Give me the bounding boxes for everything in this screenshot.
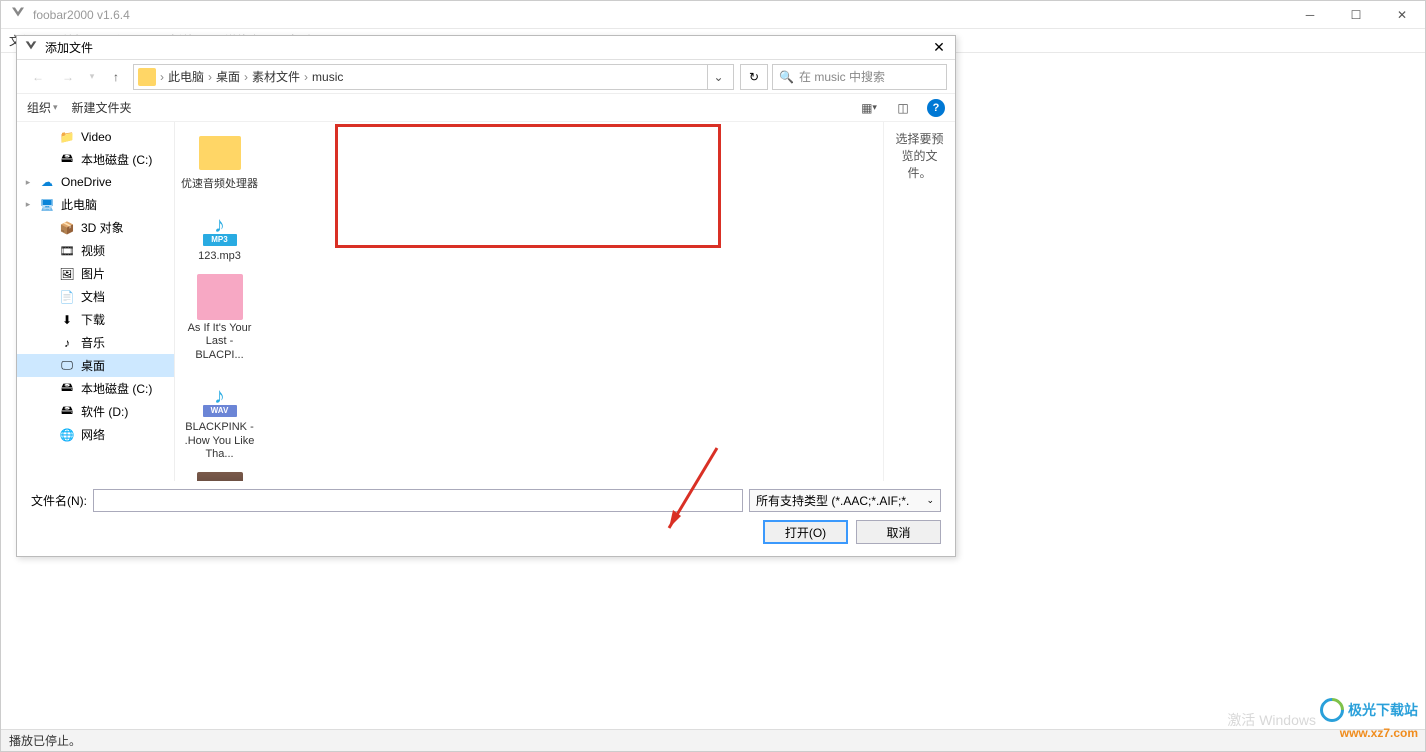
nav-back-button[interactable]: ← [25, 64, 51, 90]
file-thumb [197, 130, 243, 176]
view-mode-button[interactable]: ▦ ▾ [859, 98, 879, 118]
sidebar-item-label: OneDrive [61, 175, 112, 189]
sidebar-item[interactable]: ⬇下载 [17, 308, 174, 331]
filename-label: 文件名(N): [31, 492, 87, 509]
dialog-nav: ← → ▾ ↑ › 此电脑 › 桌面 › 素材文件 › music ⌄ ↻ 🔍 … [17, 60, 955, 94]
app-icon [9, 6, 27, 24]
minimize-button[interactable]: ─ [1287, 1, 1333, 29]
refresh-button[interactable]: ↻ [740, 64, 768, 90]
sidebar-item-label: 视频 [81, 242, 105, 259]
dialog-title: 添加文件 [45, 39, 93, 56]
crumb-folder2[interactable]: music [312, 70, 343, 84]
dialog-body: 📁Video🖴本地磁盘 (C:)▸☁OneDrive▸🖥此电脑📦3D 对象🎞视频… [17, 122, 955, 481]
file-item[interactable]: 优速音频处理器 [181, 130, 258, 192]
sidebar-item-label: 音乐 [81, 334, 105, 351]
sidebar-item[interactable]: ▸☁OneDrive [17, 171, 174, 193]
file-item[interactable]: ♪WAVBLACKPINK - .How You Like Tha... [181, 373, 258, 462]
sidebar-item-label: 3D 对象 [81, 219, 124, 236]
preview-pane-toggle[interactable]: ◫ [893, 98, 913, 118]
sidebar-item[interactable]: 🖴本地磁盘 (C:) [17, 377, 174, 400]
file-thumb [197, 472, 243, 481]
sidebar-item[interactable]: 🖼图片 [17, 262, 174, 285]
status-bar: 播放已停止。 [1, 729, 1425, 751]
help-button[interactable]: ? [927, 99, 945, 117]
sidebar-item-label: 下载 [81, 311, 105, 328]
folder-icon [138, 68, 156, 86]
search-placeholder: 在 music 中搜索 [799, 68, 885, 85]
sidebar-item[interactable]: ▸🖥此电脑 [17, 193, 174, 216]
breadcrumb-dropdown[interactable]: ⌄ [707, 65, 729, 89]
cancel-button[interactable]: 取消 [856, 520, 941, 544]
sidebar-item[interactable]: 📁Video [17, 126, 174, 148]
file-item[interactable]: ♪MP3 123.mp3 [181, 202, 258, 264]
filetype-select[interactable]: 所有支持类型 (*.AAC;*.AIF;*. ⌄ [749, 489, 941, 512]
crumb-folder1[interactable]: 素材文件 [252, 68, 300, 85]
sidebar-item[interactable]: 🖵桌面 [17, 354, 174, 377]
sidebar[interactable]: 📁Video🖴本地磁盘 (C:)▸☁OneDrive▸🖥此电脑📦3D 对象🎞视频… [17, 122, 175, 481]
sidebar-item-label: 桌面 [81, 357, 105, 374]
main-titlebar: foobar2000 v1.6.4 ─ ☐ ✕ [1, 1, 1425, 29]
dialog-close-button[interactable]: ✕ [929, 38, 949, 58]
status-text: 播放已停止。 [9, 732, 81, 749]
dialog-icon [23, 40, 39, 56]
sidebar-item[interactable]: 🖴本地磁盘 (C:) [17, 148, 174, 171]
new-folder-button[interactable]: 新建文件夹 [72, 99, 132, 116]
crumb-desktop[interactable]: 桌面 [216, 68, 240, 85]
filename-input[interactable] [93, 489, 743, 512]
file-open-dialog: 添加文件 ✕ ← → ▾ ↑ › 此电脑 › 桌面 › 素材文件 › music… [16, 35, 956, 557]
chevron-down-icon: ⌄ [926, 495, 934, 506]
sidebar-item[interactable]: 🎞视频 [17, 239, 174, 262]
site-watermark-url: www.xz7.com [1340, 726, 1418, 740]
file-label: BLACKPINK - .How You Like Tha... [181, 421, 258, 462]
nav-up-button[interactable]: ↑ [103, 64, 129, 90]
file-label: 123.mp3 [198, 250, 241, 264]
sidebar-item[interactable]: 🌐网络 [17, 423, 174, 446]
close-button[interactable]: ✕ [1379, 1, 1425, 29]
file-grid[interactable]: 优速音频处理器 ♪MP3 123.mp3 As If It's Your Last -… [175, 122, 883, 481]
file-item[interactable]: As If It's Your Last - BLACPI... [181, 274, 258, 363]
dialog-toolbar: 组织 ▾ 新建文件夹 ▦ ▾ ◫ ? [17, 94, 955, 122]
app-title: foobar2000 v1.6.4 [33, 8, 130, 22]
sidebar-item[interactable]: 🖴软件 (D:) [17, 400, 174, 423]
site-watermark-logo: 极光下载站 [1320, 698, 1418, 722]
filetype-text: 所有支持类型 (*.AAC;*.AIF;*. [756, 492, 909, 509]
file-area: 优速音频处理器 ♪MP3 123.mp3 As If It's Your Last -… [175, 122, 955, 481]
file-thumb: ♪MP3 [197, 202, 243, 248]
dialog-footer: 文件名(N): 所有支持类型 (*.AAC;*.AIF;*. ⌄ 打开(O) 取… [17, 481, 955, 556]
file-thumb: ♪WAV [197, 373, 243, 419]
sidebar-item-label: Video [81, 130, 111, 144]
nav-forward-button[interactable]: → [55, 64, 81, 90]
maximize-button[interactable]: ☐ [1333, 1, 1379, 29]
sidebar-item-label: 图片 [81, 265, 105, 282]
sidebar-item-label: 本地磁盘 (C:) [81, 151, 152, 168]
search-box[interactable]: 🔍 在 music 中搜索 [772, 64, 947, 90]
file-label: As If It's Your Last - BLACPI... [181, 322, 258, 363]
sidebar-item-label: 此电脑 [61, 196, 97, 213]
file-label: 优速音频处理器 [181, 178, 258, 192]
crumb-pc[interactable]: 此电脑 [168, 68, 204, 85]
sidebar-item[interactable]: 📄文档 [17, 285, 174, 308]
file-item[interactable]: DDU-DU DDU-DU(Korean Ver.) - BLA... [181, 472, 258, 481]
chevron-right-icon: › [160, 70, 164, 84]
activate-windows-watermark: 激活 Windows [1227, 710, 1316, 730]
dialog-titlebar: 添加文件 ✕ [17, 36, 955, 60]
search-icon: 🔍 [779, 70, 793, 84]
open-button[interactable]: 打开(O) [763, 520, 848, 544]
sidebar-item[interactable]: ♪音乐 [17, 331, 174, 354]
sidebar-item-label: 本地磁盘 (C:) [81, 380, 152, 397]
sidebar-item-label: 文档 [81, 288, 105, 305]
sidebar-item-label: 网络 [81, 426, 105, 443]
preview-pane: 选择要预览的文件。 [883, 122, 955, 481]
sidebar-item[interactable]: 📦3D 对象 [17, 216, 174, 239]
breadcrumb[interactable]: › 此电脑 › 桌面 › 素材文件 › music ⌄ [133, 64, 734, 90]
annotation-highlight-box [335, 124, 721, 248]
nav-recent-dropdown[interactable]: ▾ [85, 64, 99, 90]
organize-menu[interactable]: 组织 ▾ [27, 99, 58, 116]
sidebar-item-label: 软件 (D:) [81, 403, 128, 420]
preview-hint: 选择要预览的文件。 [895, 132, 943, 180]
file-thumb [197, 274, 243, 320]
